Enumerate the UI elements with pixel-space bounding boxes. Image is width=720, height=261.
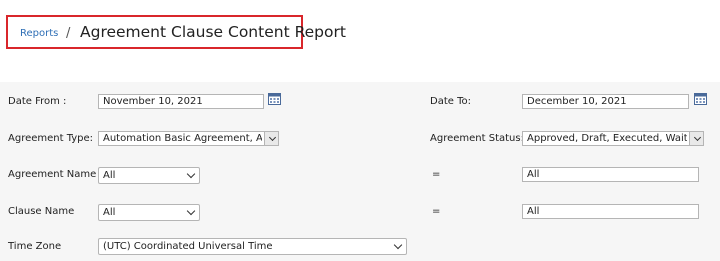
clause-name-select[interactable]: All [98,204,200,221]
agreement-status-value: Approved, Draft, Executed, Waiting [527,133,687,144]
calendar-icon[interactable] [694,93,707,105]
breadcrumb-reports-link[interactable]: Reports [20,28,58,39]
time-zone-select[interactable]: (UTC) Coordinated Universal Time [98,238,407,255]
calendar-icon[interactable] [268,93,281,105]
clause-name-input[interactable]: All [522,204,699,219]
agreement-name-operator: = [432,169,441,180]
page-title: Agreement Clause Content Report [80,23,346,41]
clause-name-operator: = [432,206,441,217]
agreement-status-dropdown-button[interactable] [689,132,703,145]
date-from-input[interactable]: November 10, 2021 [98,94,264,109]
agreement-name-selected: All [103,170,116,181]
breadcrumb: Reports / Agreement Clause Content Repor… [6,15,346,49]
agreement-type-value: Automation Basic Agreement, Autc [103,133,262,144]
agreement-status-label: Agreement Status: [430,133,524,144]
chevron-down-icon [186,206,196,216]
date-to-label: Date To: [430,96,471,107]
agreement-name-select[interactable]: All [98,167,200,184]
agreement-name-label: Agreement Name [8,169,97,180]
agreement-type-multiselect[interactable]: Automation Basic Agreement, Autc [98,131,279,146]
time-zone-selected: (UTC) Coordinated Universal Time [103,241,273,252]
agreement-status-multiselect[interactable]: Approved, Draft, Executed, Waiting [522,131,704,146]
chevron-down-icon [186,169,196,179]
agreement-type-label: Agreement Type: [8,133,94,144]
chevron-down-icon [268,133,277,142]
time-zone-label: Time Zone [8,241,62,252]
agreement-name-input[interactable]: All [522,167,699,182]
agreement-type-dropdown-button[interactable] [264,132,278,145]
clause-name-selected: All [103,207,116,218]
chevron-down-icon [693,133,702,142]
date-to-input[interactable]: December 10, 2021 [522,94,689,109]
clause-name-label: Clause Name [8,206,75,217]
breadcrumb-separator: / [66,26,71,41]
date-from-label: Date From : [8,96,67,107]
chevron-down-icon [393,240,403,250]
